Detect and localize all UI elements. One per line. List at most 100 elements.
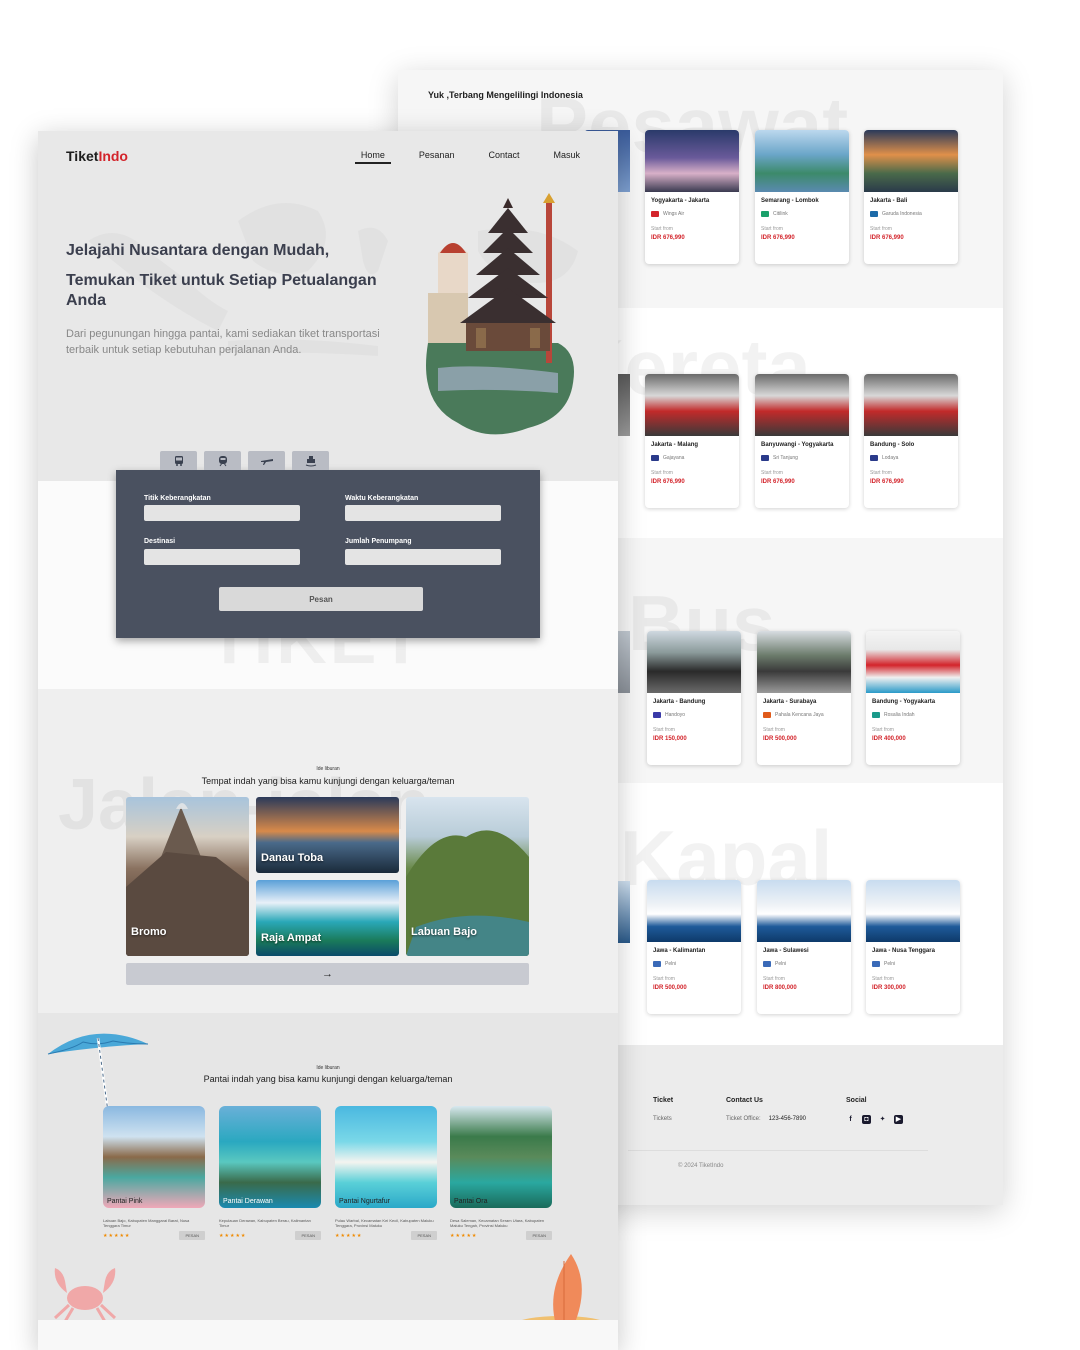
beach-photo: Pantai Ora bbox=[450, 1106, 552, 1208]
card-route: Banyuwangi - Yogyakarta bbox=[761, 442, 834, 448]
operator-name: Pahala Kencana Jaya bbox=[775, 712, 824, 718]
card-start-label: Start from bbox=[872, 976, 894, 982]
operator-name: Gajayana bbox=[663, 455, 685, 461]
destination-tile-raja-ampat[interactable]: Raja Ampat bbox=[256, 880, 399, 956]
card-route: Bandung - Yogyakarta bbox=[872, 699, 936, 705]
transport-tabs bbox=[160, 451, 329, 470]
train-icon[interactable] bbox=[204, 451, 241, 470]
ticket-card[interactable]: Jawa - Kalimantan Pelni Start from IDR 5… bbox=[647, 880, 741, 1014]
card-operator: Citilink bbox=[755, 204, 849, 217]
beach-photo: Pantai Derawan bbox=[219, 1106, 321, 1208]
card-price: IDR 676,990 bbox=[651, 479, 685, 485]
ticket-card[interactable]: Yogyakarta - Jakarta Wings Air Start fro… bbox=[645, 130, 739, 264]
card-price: IDR 676,990 bbox=[761, 235, 795, 241]
card-photo bbox=[864, 130, 958, 192]
plane-icon[interactable] bbox=[248, 451, 285, 470]
card-route: Jawa - Sulawesi bbox=[763, 948, 809, 954]
ticket-card[interactable]: Jakarta - Bandung Handoyo Start from IDR… bbox=[647, 631, 741, 765]
social-icons: f ◘ ✦ ▶ bbox=[846, 1115, 903, 1124]
footer-contact-phone: 123-456-7890 bbox=[768, 1116, 807, 1122]
destination-tile-labuan-bajo[interactable]: Labuan Bajo bbox=[406, 797, 529, 956]
headline-line-1: Jelajahi Nusantara dengan Mudah, bbox=[66, 242, 330, 259]
instagram-icon[interactable]: ◘ bbox=[862, 1115, 871, 1124]
destinations-title: Tempat indah yang bisa kamu kunjungi den… bbox=[201, 776, 455, 786]
twitter-icon[interactable]: ✦ bbox=[878, 1115, 887, 1124]
card-photo bbox=[647, 631, 741, 693]
card-operator: Pelni bbox=[866, 954, 960, 967]
time-label: Waktu Keberangkatan bbox=[345, 495, 419, 502]
card-start-label: Start from bbox=[761, 226, 783, 232]
origin-label: Titik Keberangkatan bbox=[144, 495, 211, 502]
pesan-beach-button[interactable]: PESAN bbox=[295, 1231, 321, 1240]
destination-tile-danau-toba[interactable]: Danau Toba bbox=[256, 797, 399, 873]
card-price: IDR 676,990 bbox=[870, 235, 904, 241]
nav-masuk[interactable]: Masuk bbox=[553, 150, 580, 160]
nav-home[interactable]: Home bbox=[354, 150, 391, 164]
ship-icon[interactable] bbox=[292, 451, 329, 470]
pesan-beach-button[interactable]: PESAN bbox=[526, 1231, 552, 1240]
rating-stars-icon: ★★★★★ bbox=[103, 1232, 131, 1239]
card-route: Yogyakarta - Jakarta bbox=[651, 198, 710, 204]
site-logo[interactable]: TiketIndo bbox=[66, 148, 128, 164]
ticket-card[interactable]: Jakarta - Malang Gajayana Start from IDR… bbox=[645, 374, 739, 508]
see-more-button[interactable]: → bbox=[126, 963, 529, 985]
youtube-icon[interactable]: ▶ bbox=[894, 1115, 903, 1124]
departure-time-input[interactable] bbox=[345, 505, 501, 521]
nav-contact[interactable]: Contact bbox=[488, 150, 519, 160]
card-operator: Garuda Indonesia bbox=[864, 204, 958, 217]
ticket-card[interactable]: Jakarta - Bali Garuda Indonesia Start fr… bbox=[864, 130, 958, 264]
footer-tickets-link[interactable]: Tickets bbox=[653, 1116, 672, 1122]
origin-input[interactable] bbox=[144, 505, 300, 521]
hero-landmarks-illustration bbox=[426, 193, 574, 435]
card-start-label: Start from bbox=[651, 470, 673, 476]
ticket-card[interactable]: Bandung - Yogyakarta Rosalia Indah Start… bbox=[866, 631, 960, 765]
beach-card[interactable]: Pantai Derawan Kepulauan Derawan, Kabupa… bbox=[219, 1106, 321, 1240]
card-start-label: Start from bbox=[653, 727, 675, 733]
ticket-card[interactable]: Banyuwangi - Yogyakarta Sri Tanjung Star… bbox=[755, 374, 849, 508]
bus-icon[interactable] bbox=[160, 451, 197, 470]
pelni-logo-icon bbox=[872, 961, 880, 967]
logo-text-indo: Indo bbox=[98, 148, 128, 164]
ticket-card[interactable]: Jawa - Sulawesi Pelni Start from IDR 800… bbox=[757, 880, 851, 1014]
front-page-preview: TiketIndo Home Pesanan Contact Masuk Jel… bbox=[38, 131, 618, 1350]
pesan-button[interactable]: Pesan bbox=[219, 587, 423, 611]
beach-name: Pantai Pink bbox=[107, 1198, 143, 1205]
card-price: IDR 400,000 bbox=[872, 736, 906, 742]
card-start-label: Start from bbox=[653, 976, 675, 982]
card-operator: Sri Tanjung bbox=[755, 448, 849, 461]
footer-contact-col: Contact Us Ticket Office: 123-456-7890 bbox=[726, 1097, 806, 1122]
ticket-card[interactable]: Bandung - Solo Lodaya Start from IDR 676… bbox=[864, 374, 958, 508]
ticket-card[interactable]: Jakarta - Surabaya Pahala Kencana Jaya S… bbox=[757, 631, 851, 765]
beach-card[interactable]: Pantai Ora Desa Saleman, Kecamatan Seram… bbox=[450, 1106, 552, 1240]
operator-name: Pelni bbox=[665, 961, 677, 967]
card-price: IDR 800,000 bbox=[763, 985, 797, 991]
card-photo bbox=[757, 631, 851, 693]
beach-card[interactable]: Pantai Ngurtafur Pulau Warbal, Kecamatan… bbox=[335, 1106, 437, 1240]
pesan-beach-button[interactable]: PESAN bbox=[179, 1231, 205, 1240]
card-photo bbox=[647, 880, 741, 942]
card-photo bbox=[866, 631, 960, 693]
ticket-card[interactable]: Semarang - Lombok Citilink Start from ID… bbox=[755, 130, 849, 264]
card-start-label: Start from bbox=[872, 727, 894, 733]
passengers-input[interactable] bbox=[345, 549, 501, 565]
bus-logo-icon bbox=[763, 712, 771, 718]
operator-name: Sri Tanjung bbox=[773, 455, 798, 461]
bus-logo-icon bbox=[653, 712, 661, 718]
card-price: IDR 150,000 bbox=[653, 736, 687, 742]
operator-name: Pelni bbox=[775, 961, 787, 967]
card-photo bbox=[755, 130, 849, 192]
nav-pesanan[interactable]: Pesanan bbox=[419, 150, 455, 160]
destination-tile-bromo[interactable]: Bromo bbox=[126, 797, 249, 956]
airline-logo-icon bbox=[870, 211, 878, 217]
pesan-beach-button[interactable]: PESAN bbox=[411, 1231, 437, 1240]
beach-name: Pantai Derawan bbox=[223, 1198, 273, 1205]
facebook-icon[interactable]: f bbox=[846, 1115, 855, 1124]
footer-ticket-heading: Ticket bbox=[653, 1097, 674, 1104]
hero-section: TiketIndo Home Pesanan Contact Masuk Jel… bbox=[38, 131, 618, 481]
kai-logo-icon bbox=[761, 455, 769, 461]
ticket-card[interactable]: Jawa - Nusa Tenggara Pelni Start from ID… bbox=[866, 880, 960, 1014]
kai-logo-icon bbox=[870, 455, 878, 461]
destination-input[interactable] bbox=[144, 549, 300, 565]
operator-name: Handoyo bbox=[665, 712, 686, 718]
beach-card[interactable]: Pantai Pink Labuan Bajo, Kabupaten Mangg… bbox=[103, 1106, 205, 1240]
